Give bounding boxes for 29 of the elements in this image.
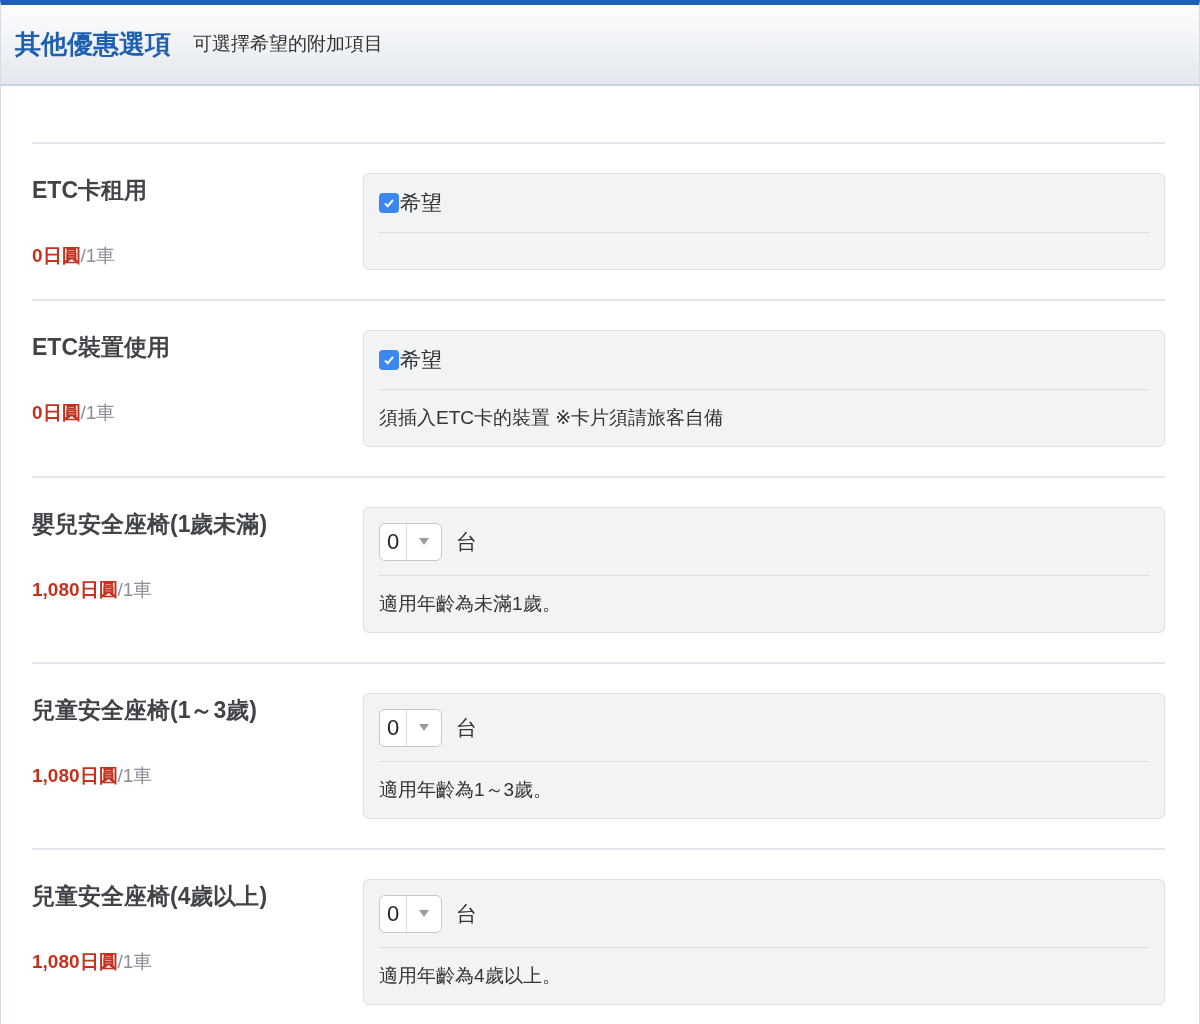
option-note: 適用年齡為1～3歲。 <box>379 777 553 802</box>
option-name: ETC卡租用 <box>32 176 148 205</box>
caret-icon <box>419 724 429 731</box>
price-text: 0日圓/1車 <box>32 400 117 425</box>
option-note: 適用年齡為4歲以上。 <box>379 963 561 988</box>
checkbox-label: 希望 <box>400 347 442 374</box>
checkbox-label: 希望 <box>400 190 442 217</box>
quantity-select[interactable]: 0 <box>379 522 442 561</box>
option-name: 兒童安全座椅(1～3歲) <box>32 696 258 725</box>
section-title: 其他優惠選項 <box>15 28 171 61</box>
option-name: 兒童安全座椅(4歲以上) <box>32 882 269 911</box>
section-subtitle: 可選擇希望的附加項目 <box>193 32 383 57</box>
price-text: 0日圓/1車 <box>32 243 117 268</box>
quantity-select[interactable]: 0 <box>379 894 442 933</box>
option-note: 適用年齡為未滿1歲。 <box>379 591 561 616</box>
quantity-select[interactable]: 0 <box>379 708 442 747</box>
checkbox[interactable] <box>379 193 399 213</box>
price-text: 1,080日圓/1車 <box>32 949 154 974</box>
price-text: 1,080日圓/1車 <box>32 763 154 788</box>
price-text: 1,080日圓/1車 <box>32 577 154 602</box>
option-name: ETC裝置使用 <box>32 333 171 362</box>
checkbox[interactable] <box>379 350 399 370</box>
option-note: 須插入ETC卡的裝置 ※卡片須請旅客自備 <box>379 405 724 430</box>
unit-label: 台 <box>456 528 477 555</box>
option-name: 嬰兒安全座椅(1歲未滿) <box>32 510 269 539</box>
unit-label: 台 <box>456 900 477 927</box>
caret-icon <box>419 538 429 545</box>
caret-icon <box>419 910 429 917</box>
unit-label: 台 <box>456 714 477 741</box>
